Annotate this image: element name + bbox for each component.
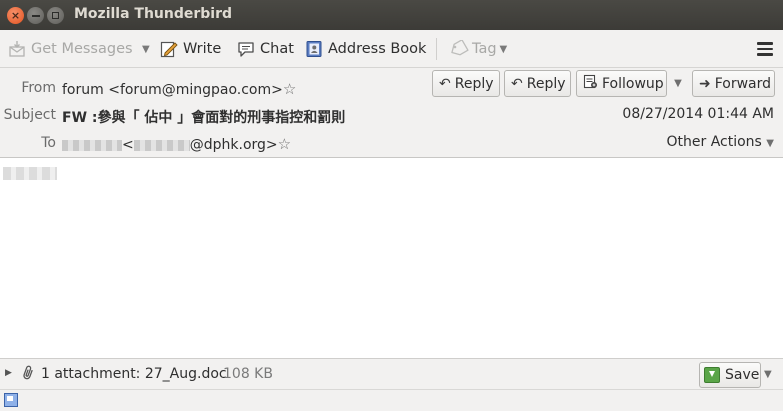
save-download-icon (704, 367, 720, 383)
to-open-bracket: < (122, 137, 134, 153)
message-header: From forum <forum@mingpao.com>☆ Subject … (0, 68, 783, 158)
reply-dropdown[interactable]: ▼ (669, 70, 687, 97)
get-messages-dropdown[interactable]: ▼ (136, 39, 150, 59)
pencil-icon (160, 40, 178, 58)
address-book-button[interactable]: Address Book (305, 39, 426, 59)
followup-button[interactable]: Followup (576, 70, 667, 97)
newsgroup-followup-icon (583, 74, 598, 93)
window-maximize-button[interactable] (47, 7, 64, 24)
write-button[interactable]: Write (160, 39, 221, 59)
redacted-name (62, 139, 122, 151)
chevron-down-icon: ▼ (766, 138, 774, 149)
reply-list-label: Reply (526, 75, 566, 92)
save-label: Save (725, 367, 760, 383)
address-book-label: Address Book (328, 41, 427, 57)
main-toolbar: Get Messages ▼ Write Chat Address Book T… (0, 30, 783, 68)
reply-arrow-icon: ↶ (511, 75, 523, 92)
star-icon[interactable]: ☆ (283, 80, 296, 98)
reply-list-button[interactable]: ↶ Reply (504, 70, 571, 97)
expand-attachments-icon[interactable]: ▶ (5, 368, 12, 378)
tag-button[interactable]: Tag ▼ (449, 39, 507, 59)
to-label: To (41, 135, 56, 151)
save-dropdown-chevron-icon[interactable]: ▼ (764, 369, 772, 380)
window-minimize-button[interactable] (27, 7, 44, 24)
subject-value: FW :參與「 佔中 」會面對的刑事指控和罰則 (62, 110, 346, 126)
redacted-body-text (3, 167, 57, 180)
window-title: Mozilla Thunderbird (74, 6, 233, 22)
online-status-icon[interactable] (4, 393, 18, 407)
status-bar (0, 389, 783, 411)
window-close-button[interactable]: × (7, 7, 24, 24)
save-attachment-button[interactable]: Save (699, 362, 761, 388)
minimize-icon (31, 14, 40, 17)
subject-label: Subject (3, 107, 56, 123)
maximize-icon (52, 12, 59, 19)
attachment-bar: ▶ 1 attachment: 27_Aug.doc 108 KB Save ▼ (0, 358, 783, 389)
download-mail-icon (8, 40, 26, 58)
chevron-down-icon: ▼ (674, 78, 682, 89)
message-body[interactable] (0, 159, 783, 358)
to-domain: @dphk.org> (189, 137, 278, 153)
attachment-label[interactable]: 1 attachment: 27_Aug.doc (41, 366, 227, 382)
from-address[interactable]: forum <forum@mingpao.com> (62, 82, 283, 98)
redacted-user (133, 139, 190, 151)
forward-label: Forward (714, 75, 772, 92)
tag-icon (449, 39, 469, 58)
reply-button[interactable]: ↶ Reply (432, 70, 500, 97)
from-label: From (21, 80, 56, 96)
app-menu-button[interactable] (757, 42, 773, 56)
tag-chevron-down-icon: ▼ (499, 43, 508, 55)
to-value[interactable]: < @dphk.org>☆ (62, 135, 291, 153)
star-icon[interactable]: ☆ (278, 135, 291, 153)
forward-arrow-icon: ➜ (699, 75, 711, 92)
forward-button[interactable]: ➜ Forward (692, 70, 775, 97)
address-book-icon (305, 40, 323, 58)
paperclip-icon (22, 365, 35, 385)
title-bar: × Mozilla Thunderbird (0, 0, 783, 30)
toolbar-separator (436, 38, 437, 60)
message-date: 08/27/2014 01:44 AM (622, 106, 774, 122)
chat-label: Chat (260, 41, 294, 57)
get-messages-label: Get Messages (31, 41, 133, 57)
from-value[interactable]: forum <forum@mingpao.com>☆ (62, 80, 296, 98)
reply-arrow-icon: ↶ (439, 75, 451, 92)
get-messages-button[interactable]: Get Messages (8, 39, 133, 59)
reply-label: Reply (454, 75, 494, 92)
other-actions-menu[interactable]: Other Actions ▼ (667, 134, 775, 150)
other-actions-label: Other Actions (666, 134, 762, 150)
write-label: Write (183, 41, 222, 57)
chat-bubble-icon (237, 40, 255, 58)
followup-label: Followup (602, 75, 664, 92)
chat-button[interactable]: Chat (237, 39, 294, 59)
chevron-down-icon: ▼ (142, 43, 150, 55)
hamburger-icon (757, 42, 773, 45)
attachment-size: 108 KB (223, 366, 273, 382)
tag-label: Tag (472, 41, 497, 57)
